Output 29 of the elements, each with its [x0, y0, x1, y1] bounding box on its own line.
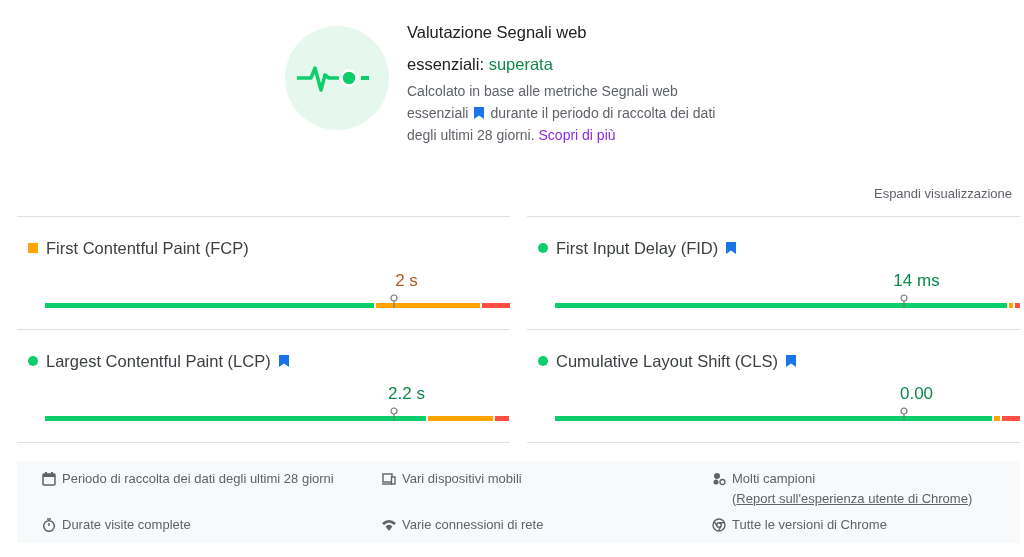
metric-name: First Contentful Paint (FCP) — [46, 238, 249, 258]
assessment-title: Valutazione Segnali web essenziali: superata — [407, 22, 588, 75]
metric-value: 0.00 — [899, 384, 934, 404]
network-icon — [382, 518, 396, 532]
metric-name: First Input Delay (FID) — [556, 238, 719, 258]
metric-value: 14 ms — [893, 271, 940, 291]
calendar-icon — [42, 472, 56, 486]
timer-icon — [42, 518, 56, 532]
bookmark-icon[interactable] — [726, 242, 737, 254]
bookmark-icon[interactable] — [278, 355, 289, 367]
expand-view-link[interactable]: Espandi visualizzazione — [873, 186, 1012, 216]
metric-value: 2 s — [395, 271, 418, 291]
chrome-icon — [712, 518, 726, 532]
metric-value: 2.2 s — [388, 384, 425, 404]
samples-icon — [712, 472, 726, 486]
bookmark-icon[interactable] — [785, 355, 796, 367]
footer-text: Periodo di raccolta dei dati degli ultimi 28 giorni — [62, 470, 334, 488]
metric-name: Cumulative Layout Shift (CLS) — [556, 351, 778, 371]
learn-more-link[interactable]: Scopri di più — [538, 127, 616, 143]
devices-icon — [382, 472, 396, 486]
bookmark-icon[interactable] — [474, 107, 485, 119]
chrome-report-link[interactable]: Report sull'esperienza utente di Chrome — [736, 491, 968, 506]
footer-text: Molti campioni (Report sull'esperienza utente di Chrome) — [732, 470, 974, 508]
footer-text: Durate visite complete — [62, 516, 191, 534]
footer-text: Varie connessioni di rete — [402, 516, 544, 534]
footer-text: Vari dispositivi mobili — [402, 470, 522, 488]
description-text: Calcolato in base alle metriche Segnali web essenziali durante il periodo di raccolta dei dati degli ultimi 28 giorni. Scopri di più — [407, 82, 717, 145]
footer-text: Tutte le versioni di Chrome — [732, 516, 887, 534]
metric-name: Largest Contentful Paint (LCP) — [46, 351, 271, 371]
